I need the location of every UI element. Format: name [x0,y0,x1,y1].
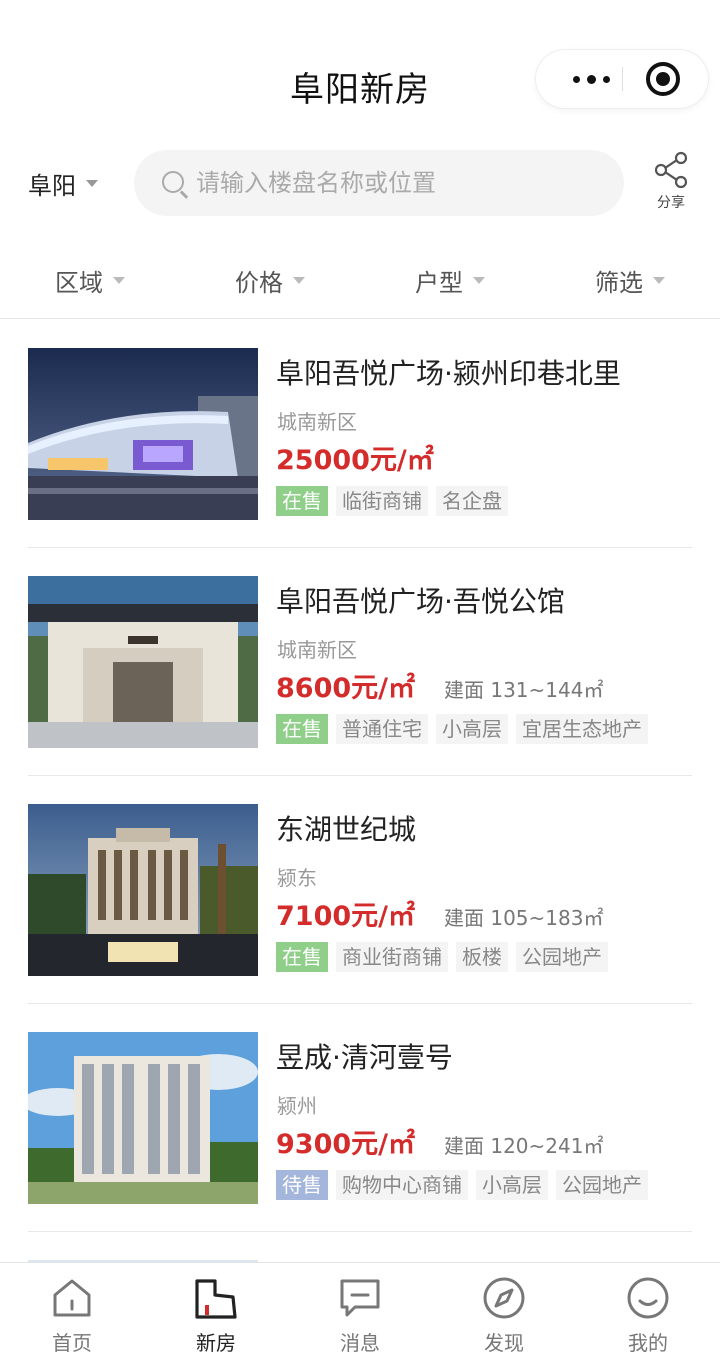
filter-bar: 区域 价格 户型 筛选 [0,246,720,314]
smile-face-icon [627,1277,669,1319]
search-row: 阜阳 分享 [0,146,720,222]
filter-layout[interactable]: 户型 [360,246,540,314]
divider [0,318,720,319]
listing-item[interactable]: 东湖世纪城 颍东 7100元/㎡ 建面 105~183㎡ 在售 商业街商铺 板楼… [0,776,720,1004]
dot-icon [602,75,610,83]
city-label: 阜阳 [28,172,76,200]
search-box[interactable] [134,150,624,216]
listing-tag: 名企盘 [436,486,508,516]
building-icon [195,1279,237,1319]
dot-icon [586,74,596,84]
listing-tag: 板楼 [456,942,508,972]
tab-label: 我的 [628,1331,668,1355]
capsule-divider [622,67,623,91]
caret-down-icon [113,276,125,284]
listing-name: 昱成·清河壹号 [276,1041,453,1074]
listing-thumbnail [28,576,258,748]
filter-label: 价格 [235,268,283,297]
search-input[interactable] [196,150,596,216]
listing-tag: 公园地产 [516,942,608,972]
tab-label: 消息 [340,1331,380,1355]
listing-tag: 小高层 [476,1170,548,1200]
tab-home[interactable]: 首页 [0,1263,144,1368]
listing-tags: 在售 普通住宅 小高层 宜居生态地产 [276,714,648,744]
filter-label: 区域 [55,268,103,297]
listing-tags: 在售 临街商铺 名企盘 [276,486,508,516]
compass-icon [483,1277,525,1319]
tab-me[interactable]: 我的 [576,1263,720,1368]
tab-bar: 首页 新房 消息 发现 我的 [0,1262,720,1368]
tab-label: 首页 [52,1331,92,1355]
filter-price[interactable]: 价格 [180,246,360,314]
tab-messages[interactable]: 消息 [288,1263,432,1368]
tab-discover[interactable]: 发现 [432,1263,576,1368]
listing-price: 9300元/㎡ [276,1129,416,1160]
listing-thumbnail [28,804,258,976]
listing-tags: 待售 购物中心商铺 小高层 公园地产 [276,1170,648,1200]
divider [28,1231,692,1232]
search-icon [162,171,184,193]
listing-price: 25000元/㎡ [276,445,434,476]
listing-item[interactable]: 阜阳吾悦广场·吾悦公馆 城南新区 8600元/㎡ 建面 131~144㎡ 在售 … [0,548,720,776]
status-badge: 在售 [276,942,328,972]
listing-tag: 临街商铺 [336,486,428,516]
listing-tags: 在售 商业街商铺 板楼 公园地产 [276,942,608,972]
filter-label: 筛选 [595,268,643,297]
status-badge: 在售 [276,714,328,744]
listing-item[interactable]: 昱成·清河壹号 颍州 9300元/㎡ 建面 120~241㎡ 待售 购物中心商铺… [0,1004,720,1232]
home-icon [53,1279,91,1317]
mini-program-capsule [536,50,708,108]
listing-tag: 宜居生态地产 [516,714,648,744]
listing-item[interactable]: 阜阳吾悦广场·颍州印巷北里 城南新区 25000元/㎡ 在售 临街商铺 名企盘 [0,320,720,548]
listing-tag: 购物中心商铺 [336,1170,468,1200]
listing-thumbnail [28,1032,258,1204]
caret-down-icon [293,276,305,284]
listing-district: 颍州 [277,1094,317,1118]
dot-icon [572,75,580,83]
listing-tag: 小高层 [436,714,508,744]
tab-label: 发现 [484,1331,524,1355]
tab-new-homes[interactable]: 新房 [144,1263,288,1368]
filter-region[interactable]: 区域 [0,246,180,314]
share-icon [654,151,688,189]
filter-label: 户型 [415,268,463,297]
listing-tag: 公园地产 [556,1170,648,1200]
listing-district: 城南新区 [277,410,357,434]
listing-tag: 普通住宅 [336,714,428,744]
listing-district: 颍东 [277,866,317,890]
share-label: 分享 [657,195,685,211]
caret-down-icon [86,180,98,187]
listing-area: 建面 131~144㎡ [444,678,604,702]
listing-price: 8600元/㎡ [276,673,416,704]
listing-district: 城南新区 [277,638,357,662]
listing-area: 建面 105~183㎡ [444,906,604,930]
message-icon [340,1279,380,1317]
listing-tag: 商业街商铺 [336,942,448,972]
listing-price: 7100元/㎡ [276,901,416,932]
listing-list: 阜阳吾悦广场·颍州印巷北里 城南新区 25000元/㎡ 在售 临街商铺 名企盘 [0,320,720,1232]
share-button[interactable]: 分享 [646,150,696,216]
listing-name: 东湖世纪城 [276,813,417,846]
status-badge: 在售 [276,486,328,516]
listing-thumbnail [28,348,258,520]
more-button[interactable] [556,50,626,108]
filter-more[interactable]: 筛选 [540,246,720,314]
nav-bar: 阜阳新房 [0,0,720,140]
status-badge: 待售 [276,1170,328,1200]
tab-label: 新房 [196,1331,236,1355]
caret-down-icon [653,276,665,284]
city-selector[interactable]: 阜阳 [28,166,98,201]
listing-name: 阜阳吾悦广场·颍州印巷北里 [276,357,621,390]
listing-name: 阜阳吾悦广场·吾悦公馆 [276,585,565,618]
listing-area: 建面 120~241㎡ [444,1134,604,1158]
caret-down-icon [473,276,485,284]
close-target-icon[interactable] [646,62,680,96]
